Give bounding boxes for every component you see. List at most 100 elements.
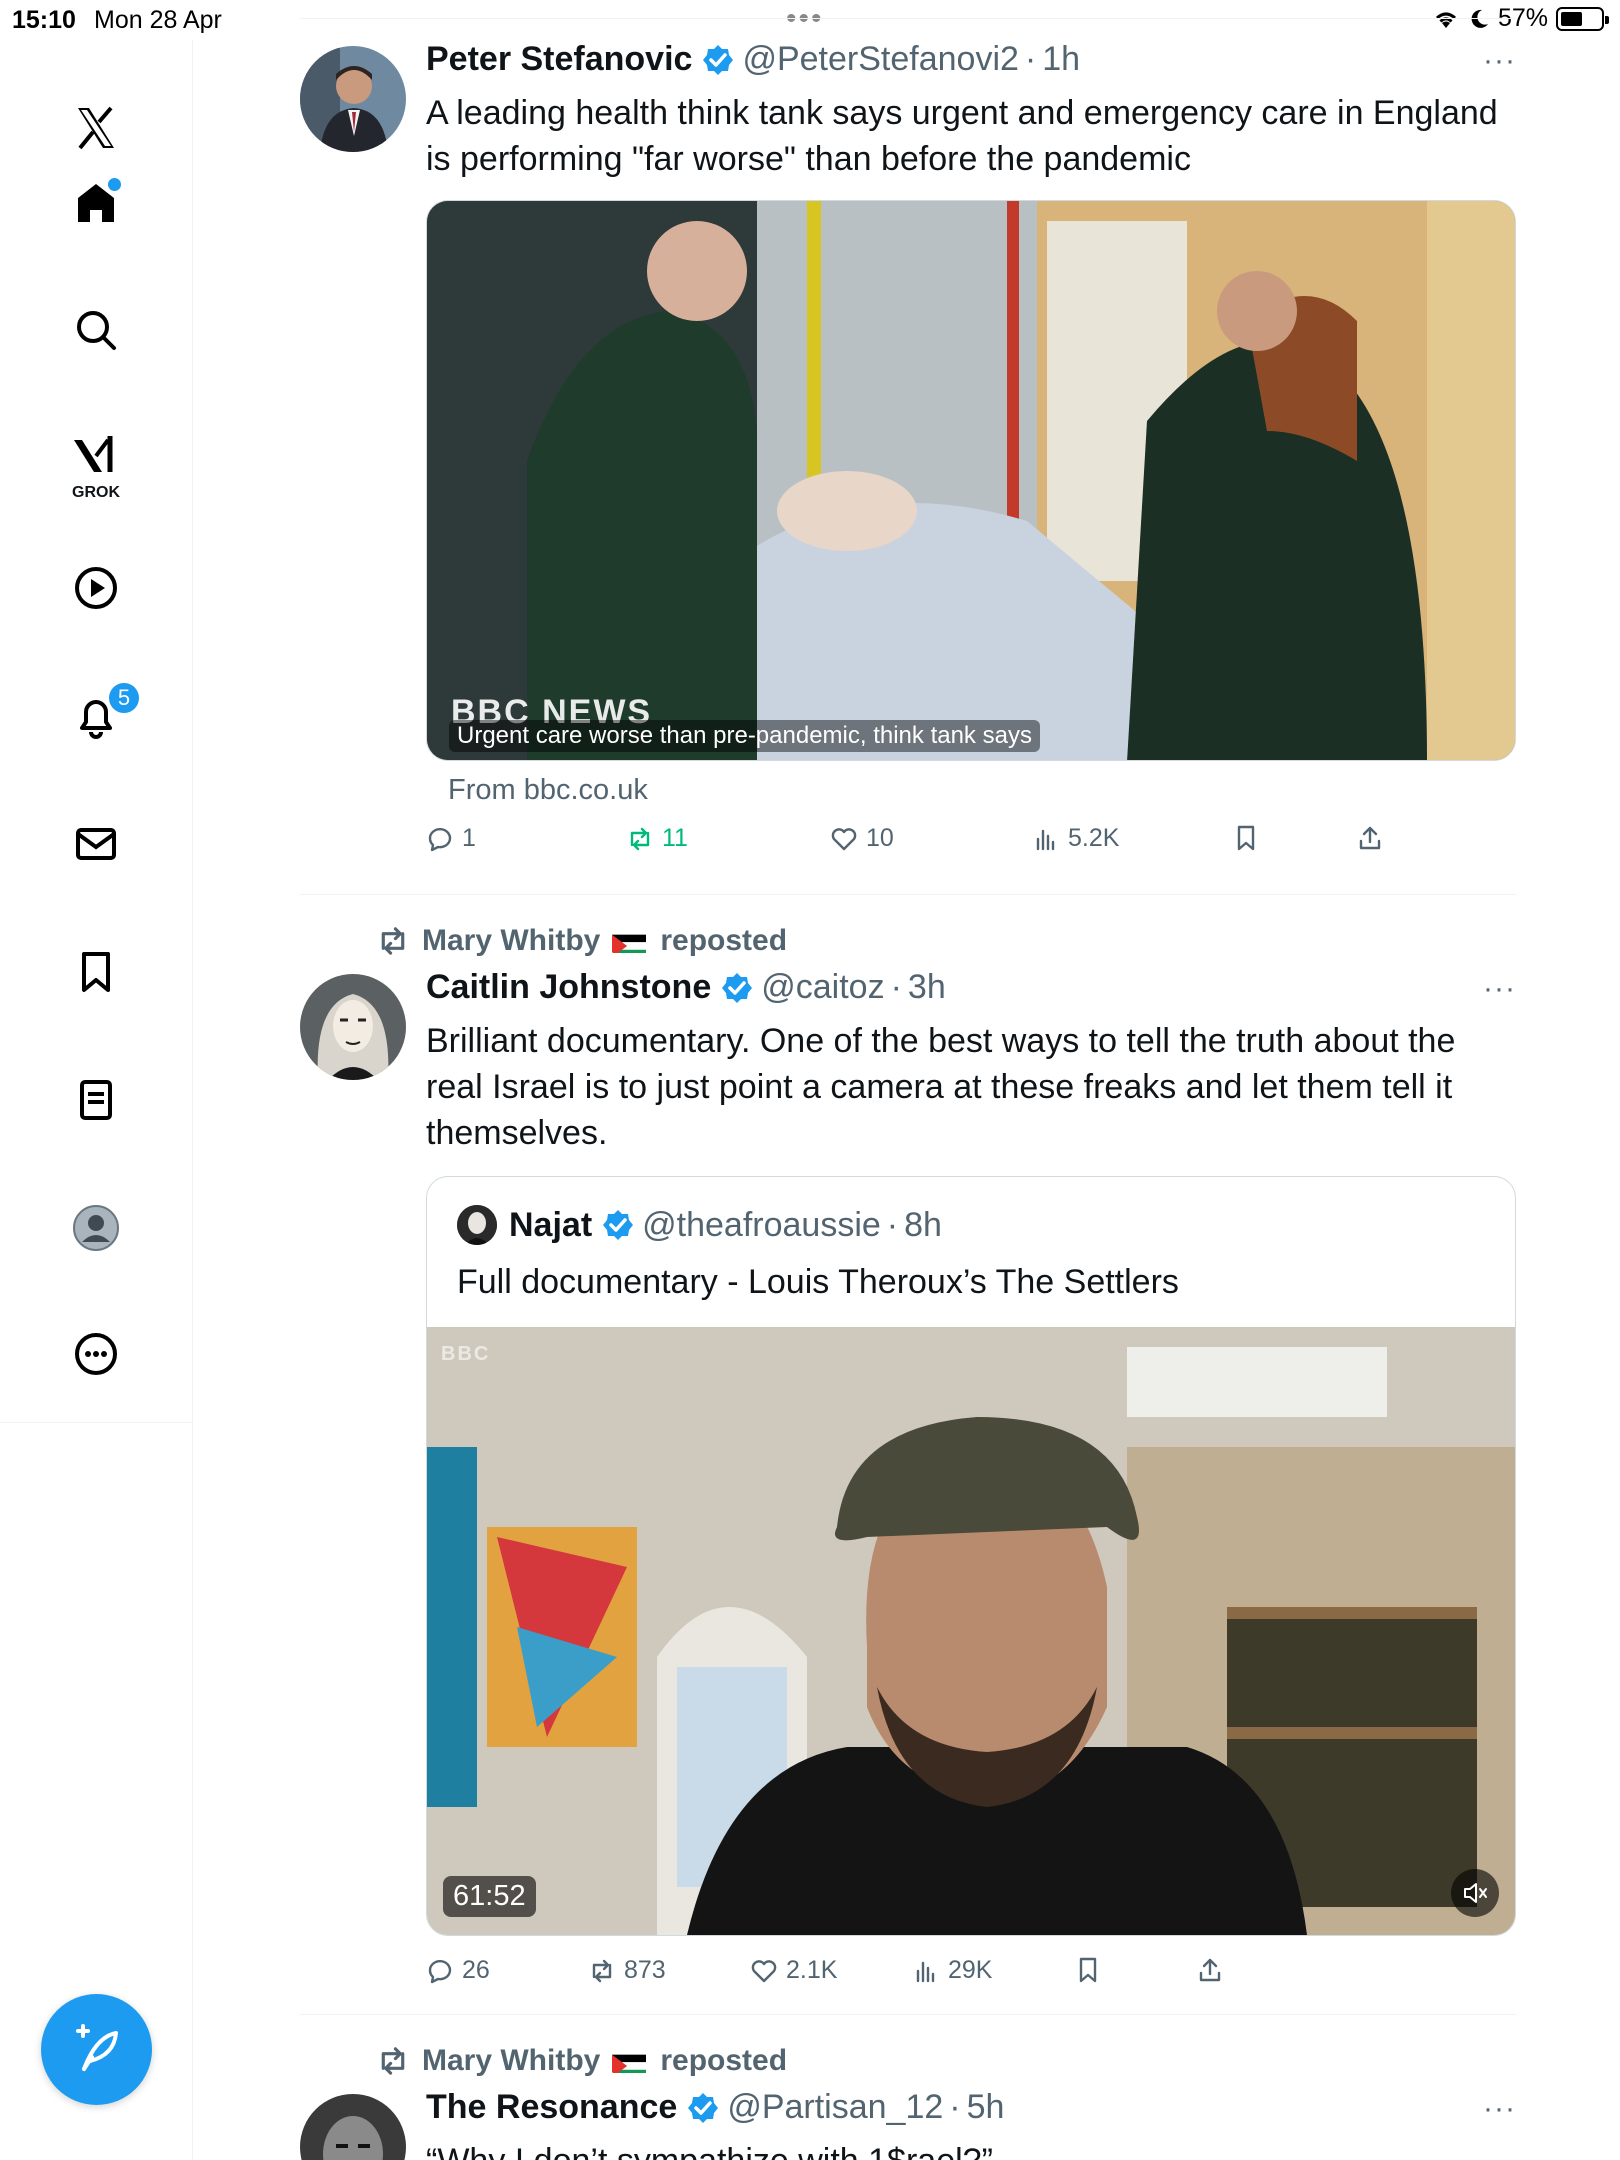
author-handle[interactable]: @Partisan_12 <box>727 2088 943 2127</box>
quoted-tweet[interactable]: Najat @theafroaussie · 8h Full documenta… <box>426 1176 1516 1936</box>
author-avatar[interactable] <box>300 46 406 152</box>
more-options-icon[interactable] <box>56 1314 136 1394</box>
repost-count: 873 <box>624 1956 666 1984</box>
reposted-label: reposted <box>660 924 788 957</box>
bbc-watermark: BBC <box>441 1343 491 1365</box>
reply-count: 26 <box>462 1956 490 1984</box>
views-chart-icon <box>1036 829 1055 850</box>
post-timestamp[interactable]: 1h <box>1042 40 1080 79</box>
battery-fill <box>1561 11 1582 26</box>
tweet-text: “Why I don’t sympathize with 1$rael?” <box>426 2138 1516 2160</box>
author-handle[interactable]: @PeterStefanovi2 <box>742 40 1018 79</box>
quoted-author-avatar[interactable] <box>457 1205 497 1245</box>
compose-feather-icon <box>75 2023 118 2071</box>
author-name[interactable]: The Resonance <box>426 2088 677 2127</box>
sidebar: GROK 5 <box>0 40 193 2160</box>
lists-icon[interactable] <box>56 1060 136 1140</box>
home-icon[interactable] <box>56 162 136 242</box>
post-timestamp[interactable]: 3h <box>908 968 946 1007</box>
more-options-button[interactable]: ··· <box>1483 44 1516 78</box>
views-button[interactable]: 5.2K <box>1032 824 1119 853</box>
view-count: 5.2K <box>1068 824 1120 852</box>
link-card-image[interactable]: BBC NEWS Urgent care worse than pre-pand… <box>426 200 1516 761</box>
view-count: 29K <box>948 1956 993 1984</box>
repost-context[interactable]: Mary Whitby reposted <box>376 2044 787 2078</box>
palestine-flag-icon <box>612 929 648 953</box>
grok-icon[interactable]: GROK <box>56 416 136 501</box>
verified-badge-icon <box>603 1210 634 1240</box>
author-handle[interactable]: @caitoz <box>761 968 884 1007</box>
author-avatar[interactable] <box>300 2094 406 2160</box>
tweet-actions: 1 11 10 5.2K <box>426 824 1426 864</box>
author-name[interactable]: Caitlin Johnstone <box>426 968 711 1007</box>
profile-avatar-icon[interactable] <box>56 1188 136 1268</box>
tweet-divider <box>300 894 1516 895</box>
more-options-button[interactable]: ··· <box>1483 972 1516 1006</box>
repost-context-icon <box>381 2047 405 2075</box>
quoted-author-handle[interactable]: @theafroaussie <box>642 1206 881 1245</box>
tweet-text: A leading health think tank says urgent … <box>426 94 1498 178</box>
like-button[interactable]: 2.1K <box>750 1956 837 1985</box>
notifications-bell-icon[interactable]: 5 <box>56 676 142 756</box>
like-count: 2.1K <box>786 1956 838 1984</box>
header-separator: · <box>1024 40 1037 78</box>
heart-icon <box>831 827 857 850</box>
tweet-text: Brilliant documentary. One of the best w… <box>426 1022 1456 1152</box>
share-button[interactable] <box>1196 1956 1224 1984</box>
home-new-indicator <box>108 178 121 191</box>
search-icon[interactable] <box>56 290 136 370</box>
post-timestamp[interactable]: 5h <box>967 2088 1005 2127</box>
bookmark-button[interactable] <box>1074 1956 1102 1984</box>
like-button[interactable]: 10 <box>830 824 894 853</box>
share-icon <box>1359 826 1381 850</box>
reply-button[interactable]: 1 <box>426 824 476 853</box>
link-source-domain[interactable]: From bbc.co.uk <box>448 774 648 807</box>
video-player[interactable]: BBC 61:52 <box>427 1327 1515 1935</box>
repost-context-icon <box>381 927 405 955</box>
author-avatar[interactable] <box>300 974 406 1080</box>
reply-icon <box>428 827 452 851</box>
status-date: Mon 28 Apr <box>94 6 222 34</box>
status-bar: 15:10 Mon 28 Apr ••• 57% <box>0 0 1620 40</box>
verified-badge-icon <box>703 44 734 75</box>
grok-label: GROK <box>72 484 120 501</box>
x-logo-icon[interactable] <box>56 88 136 168</box>
more-options-button[interactable]: ··· <box>1483 2092 1516 2126</box>
repost-button[interactable]: 873 <box>588 1956 666 1985</box>
reposted-by-name: Mary Whitby <box>422 2044 601 2077</box>
share-icon <box>1199 1958 1221 1982</box>
header-separator: · <box>886 1205 899 1244</box>
reply-button[interactable]: 26 <box>426 1956 490 1985</box>
share-button[interactable] <box>1356 824 1384 852</box>
palestine-flag-icon <box>612 2049 648 2073</box>
repost-context[interactable]: Mary Whitby reposted <box>376 924 787 958</box>
quoted-tweet-text: Full documentary - Louis Theroux’s The S… <box>457 1263 1179 1301</box>
mute-toggle-button[interactable] <box>1451 1869 1499 1917</box>
bookmarks-icon[interactable] <box>56 932 136 1012</box>
feed-top-divider <box>300 18 1516 19</box>
repost-button[interactable]: 11 <box>626 824 688 853</box>
tweet-actions: 26 873 2.1K 29K <box>426 1956 1426 1996</box>
messages-envelope-icon[interactable] <box>56 804 136 884</box>
multitasking-dots-icon[interactable]: ••• <box>786 2 824 36</box>
muted-speaker-icon <box>1464 1883 1487 1903</box>
quoted-author-name[interactable]: Najat <box>509 1206 592 1245</box>
video-icon[interactable] <box>56 548 136 628</box>
compose-post-button[interactable] <box>41 1994 152 2105</box>
reposted-label: reposted <box>660 2044 788 2077</box>
views-button[interactable]: 29K <box>912 1956 992 1985</box>
tweet-divider <box>300 2014 1516 2015</box>
header-separator: · <box>890 968 902 1006</box>
tweet-header: Peter Stefanovic @PeterStefanovi2 · 1h <box>426 40 1080 79</box>
reply-count: 1 <box>462 824 476 852</box>
sidebar-divider <box>0 1422 193 1423</box>
bookmark-icon <box>1237 825 1255 851</box>
video-duration: 61:52 <box>443 1876 536 1917</box>
link-card-title: Urgent care worse than pre-pandemic, thi… <box>449 720 1040 752</box>
repost-count: 11 <box>662 824 688 852</box>
bookmark-button[interactable] <box>1232 824 1260 852</box>
quoted-post-timestamp[interactable]: 8h <box>904 1206 942 1245</box>
author-name[interactable]: Peter Stefanovic <box>426 40 692 79</box>
documentary-video-frame <box>427 1327 1515 1935</box>
verified-badge-icon <box>688 2092 719 2123</box>
